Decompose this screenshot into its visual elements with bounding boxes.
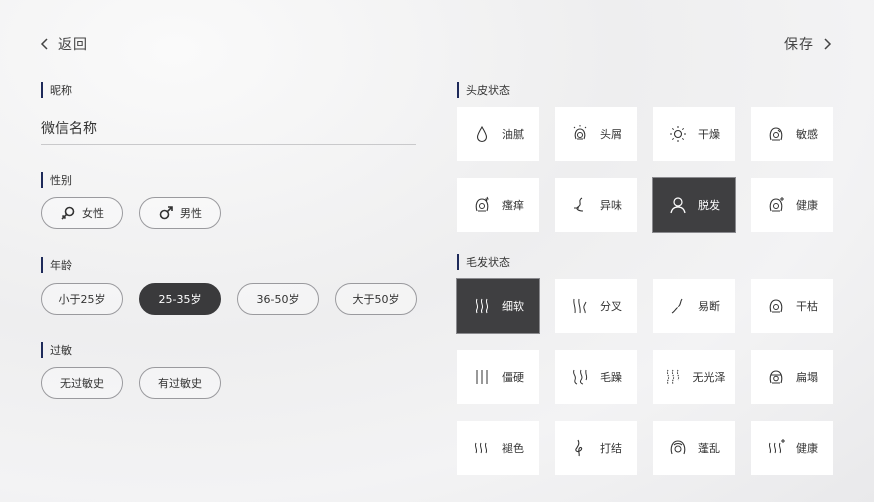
hair-tile-label: 分叉: [600, 300, 622, 313]
knot-icon: [575, 439, 583, 457]
hair-tile-label: 干枯: [796, 300, 818, 313]
hair-tile-label: 打结: [600, 442, 622, 455]
faded-hair-icon: [474, 442, 488, 454]
hair-tile-1[interactable]: 分叉: [555, 279, 637, 333]
scalp-tile-1[interactable]: 头屑: [555, 107, 637, 161]
hair-section-label: 毛发状态: [457, 254, 510, 270]
scalp-section-label: 头皮状态: [457, 82, 510, 98]
scalp-tile-label: 瘙痒: [502, 199, 524, 212]
save-label: 保存: [784, 37, 814, 53]
hair-tile-7[interactable]: 扁塌: [751, 350, 833, 404]
scalp-tile-label: 脱发: [698, 199, 720, 212]
age-option-36-50[interactable]: 36-50岁: [237, 283, 319, 315]
fine-hair-icon: [475, 298, 489, 314]
scalp-tile-3[interactable]: 敏感: [751, 107, 833, 161]
scalp-tile-7[interactable]: 健康: [751, 178, 833, 232]
allergy-none-button[interactable]: 无过敏史: [41, 367, 123, 399]
gender-section-label: 性别: [41, 172, 72, 188]
hair-tile-label: 健康: [796, 442, 818, 455]
hair-tile-2[interactable]: 易断: [653, 279, 735, 333]
hair-tile-8[interactable]: 褪色: [457, 421, 539, 475]
allergy-section-label: 过敏: [41, 342, 72, 358]
save-button[interactable]: 保存: [784, 34, 834, 54]
hair-tile-label: 无光泽: [692, 371, 726, 384]
hair-tile-6[interactable]: 无光泽: [653, 350, 735, 404]
hair-tile-11[interactable]: 健康: [751, 421, 833, 475]
age-option-over50[interactable]: 大于50岁: [335, 283, 417, 315]
healthy-head-icon: [769, 197, 784, 212]
dry-hair-head-icon: [769, 299, 783, 313]
scalp-tile-label: 干燥: [698, 128, 720, 141]
flat-hair-head-icon: [769, 370, 783, 384]
hair-tile-label: 毛躁: [600, 371, 622, 384]
hair-tile-10[interactable]: 蓬乱: [653, 421, 735, 475]
broken-hair-icon: [671, 298, 683, 314]
sun-icon: [670, 126, 686, 142]
nickname-field[interactable]: 微信名称: [41, 116, 416, 145]
hair-tile-9[interactable]: 打结: [555, 421, 637, 475]
dandruff-head-icon: [573, 125, 587, 140]
scalp-tile-label: 头屑: [600, 128, 622, 141]
scalp-tile-6[interactable]: 脱发: [652, 177, 736, 233]
scalp-tile-label: 敏感: [796, 128, 818, 141]
chevron-right-icon: [824, 38, 832, 50]
hair-tile-label: 褪色: [502, 442, 524, 455]
scalp-tile-label: 健康: [796, 199, 818, 212]
frizzy-hair-icon: [573, 369, 588, 385]
odor-icon: [574, 197, 584, 212]
healthy-hair-icon: [768, 439, 785, 454]
age-option-under25[interactable]: 小于25岁: [41, 283, 123, 315]
hair-loss-person-icon: [670, 197, 686, 214]
back-button[interactable]: 返回: [38, 34, 88, 54]
sensitive-head-icon: [769, 127, 783, 141]
age-section-label: 年龄: [41, 257, 72, 273]
stiff-hair-icon: [476, 370, 488, 384]
nickname-section-label: 昵称: [41, 82, 72, 98]
hair-tile-3[interactable]: 干枯: [751, 279, 833, 333]
scalp-tile-5[interactable]: 异味: [555, 178, 637, 232]
female-icon: [61, 206, 75, 220]
hair-tile-label: 易断: [698, 300, 720, 313]
hair-tile-label: 蓬乱: [698, 442, 720, 455]
hair-tile-5[interactable]: 毛躁: [555, 350, 637, 404]
droplet-icon: [476, 125, 488, 143]
allergy-yes-button[interactable]: 有过敏史: [139, 367, 221, 399]
gender-female-button[interactable]: 女性: [41, 197, 123, 229]
hair-tile-4[interactable]: 僵硬: [457, 350, 539, 404]
hair-tile-label: 僵硬: [502, 371, 524, 384]
back-label: 返回: [58, 37, 88, 53]
scalp-tile-label: 油腻: [502, 128, 524, 141]
split-ends-icon: [573, 298, 587, 314]
messy-hair-head-icon: [670, 440, 686, 455]
chevron-left-icon: [40, 38, 48, 50]
scalp-tile-2[interactable]: 干燥: [653, 107, 735, 161]
hair-tile-0[interactable]: 细软: [456, 278, 540, 334]
itchy-head-icon: [475, 196, 489, 212]
male-icon: [159, 206, 173, 220]
hair-tile-label: 扁塌: [796, 371, 818, 384]
hair-tile-label: 细软: [502, 300, 524, 313]
gender-male-button[interactable]: 男性: [139, 197, 221, 229]
scalp-tile-0[interactable]: 油腻: [457, 107, 539, 161]
scalp-tile-4[interactable]: 瘙痒: [457, 178, 539, 232]
age-option-25-35[interactable]: 25-35岁: [139, 283, 221, 315]
scalp-tile-label: 异味: [600, 199, 622, 212]
dull-hair-icon: [666, 369, 679, 385]
